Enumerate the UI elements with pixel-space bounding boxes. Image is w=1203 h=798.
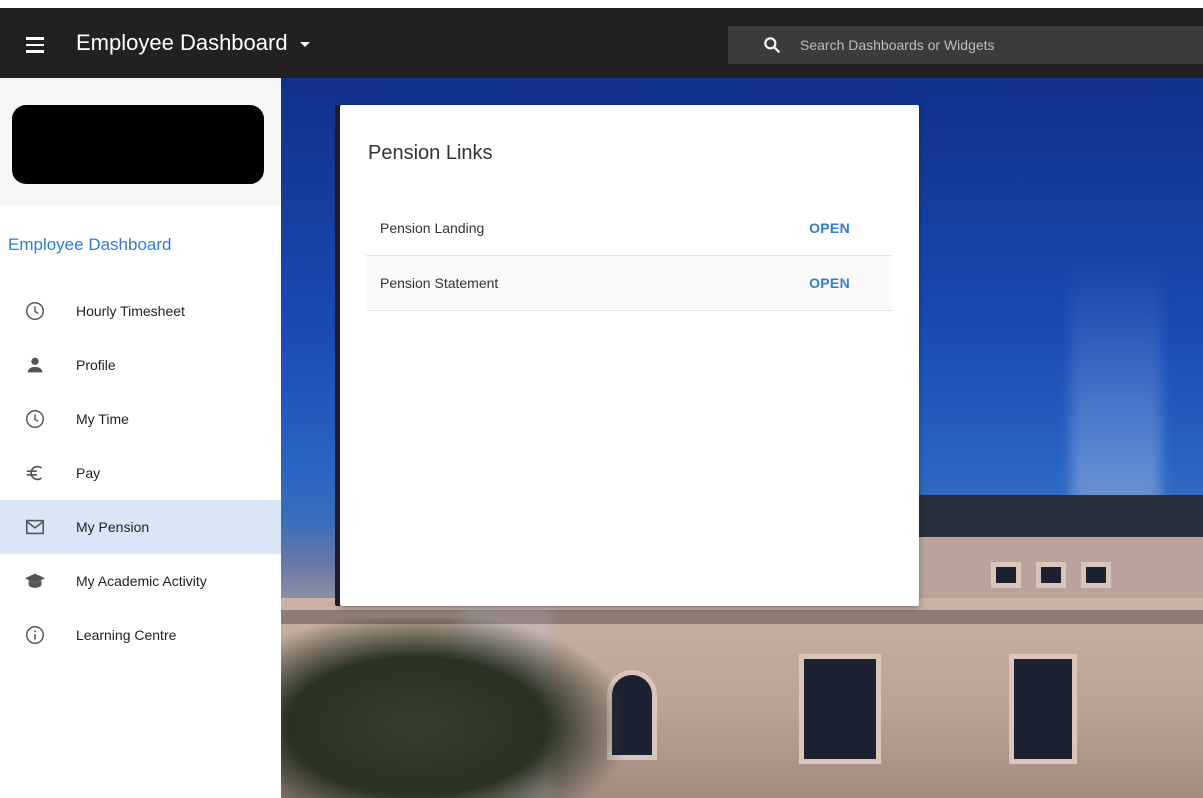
sidebar-item-pay[interactable]: Pay <box>0 446 281 500</box>
search-input[interactable] <box>800 37 1203 53</box>
hamburger-menu-icon[interactable] <box>22 32 48 58</box>
sidebar-item-label: Learning Centre <box>76 627 177 643</box>
graduation-cap-icon <box>24 570 46 592</box>
sidebar-item-label: My Time <box>76 411 129 427</box>
list-item: Pension Statement OPEN <box>366 256 892 311</box>
sidebar-item-label: My Pension <box>76 519 150 535</box>
person-icon <box>24 354 46 376</box>
window <box>991 562 1021 588</box>
mail-icon <box>24 516 46 538</box>
top-app-bar: Employee Dashboard <box>0 0 1203 78</box>
info-icon <box>24 624 46 646</box>
sidebar-item-learning-centre[interactable]: Learning Centre <box>0 608 281 662</box>
link-list: Pension Landing OPEN Pension Statement O… <box>366 201 892 311</box>
sidebar-item-my-pension[interactable]: My Pension <box>0 500 281 554</box>
sidebar-item-label: Pay <box>76 465 101 481</box>
dashboard-selector[interactable]: Employee Dashboard <box>76 30 310 56</box>
link-label: Pension Statement <box>380 275 499 291</box>
sidebar-item-label: Profile <box>76 357 116 373</box>
search-icon <box>764 37 780 53</box>
sidebar-item-hourly-timesheet[interactable]: Hourly Timesheet <box>0 284 281 338</box>
sidebar-nav: Hourly Timesheet Profile My Time Pay My … <box>0 284 281 662</box>
sidebar-item-my-academic-activity[interactable]: My Academic Activity <box>0 554 281 608</box>
window <box>1081 562 1111 588</box>
list-item: Pension Landing OPEN <box>366 201 892 256</box>
sidebar-item-label: My Academic Activity <box>76 573 207 589</box>
sidebar: Employee Dashboard Hourly Timesheet Prof… <box>0 78 281 798</box>
sidebar-title[interactable]: Employee Dashboard <box>8 235 171 255</box>
tree <box>281 618 621 798</box>
card-title: Pension Links <box>368 142 493 164</box>
app-title: Employee Dashboard <box>76 30 288 55</box>
open-button[interactable]: OPEN <box>809 275 850 291</box>
euro-icon <box>24 462 46 484</box>
sidebar-item-profile[interactable]: Profile <box>0 338 281 392</box>
sidebar-item-my-time[interactable]: My Time <box>0 392 281 446</box>
search-bar[interactable] <box>728 26 1203 64</box>
logo-area <box>0 78 281 205</box>
clock-icon <box>24 300 46 322</box>
window <box>799 654 881 764</box>
redacted-logo <box>12 105 264 184</box>
caret-down-icon <box>299 41 310 47</box>
sidebar-item-label: Hourly Timesheet <box>76 303 185 319</box>
pension-links-card: Pension Links Pension Landing OPEN Pensi… <box>340 105 919 606</box>
link-label: Pension Landing <box>380 220 485 236</box>
open-button[interactable]: OPEN <box>809 220 850 236</box>
window <box>1009 654 1077 764</box>
window <box>1036 562 1066 588</box>
clock-icon <box>24 408 46 430</box>
